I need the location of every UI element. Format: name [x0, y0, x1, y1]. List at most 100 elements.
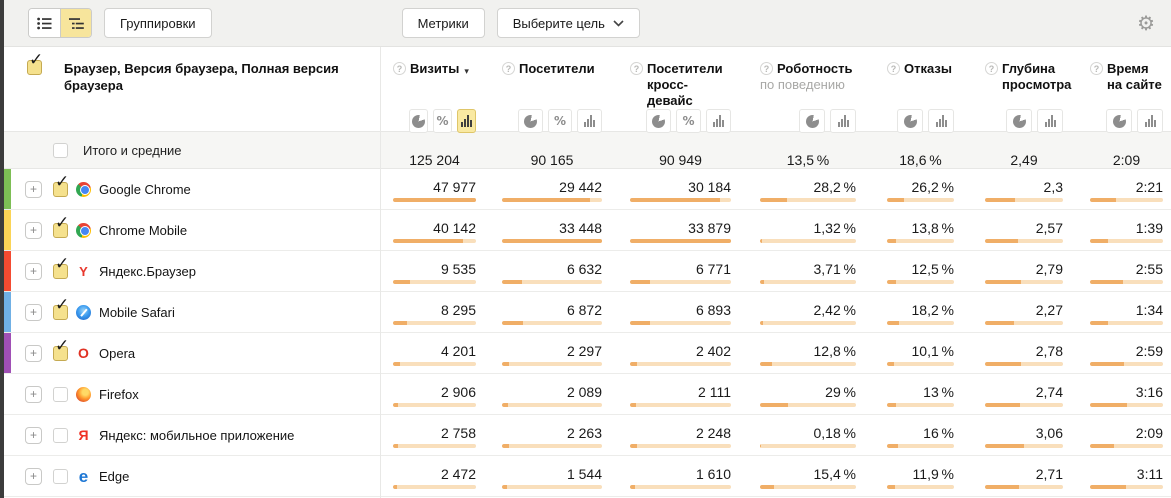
expand-row-button[interactable]: + [25, 304, 42, 321]
row-checkbox[interactable]: ✓ [53, 223, 68, 238]
bars-view-button[interactable] [1137, 109, 1163, 133]
metric-value-cell: 4 201 [380, 333, 480, 373]
metric-value-cell: 13,8 % [860, 210, 958, 250]
value-bar [393, 239, 476, 243]
display-mode-switcher: % [518, 109, 602, 133]
pie-view-button[interactable] [799, 109, 825, 133]
row-checkbox[interactable]: ✓ [53, 182, 68, 197]
metric-value-cell: 40 142 [380, 210, 480, 250]
column-title[interactable]: Отказы [904, 61, 952, 77]
pie-view-button[interactable] [1106, 109, 1132, 133]
pie-view-button[interactable] [646, 109, 671, 133]
settings-gear-icon[interactable]: ⚙ [1137, 13, 1155, 33]
metrics-button[interactable]: Метрики [402, 8, 485, 38]
row-checkbox[interactable] [53, 428, 68, 443]
left-panel-edge [0, 0, 4, 498]
list-icon [37, 17, 52, 30]
help-icon[interactable]: ? [393, 62, 406, 75]
value-bar [502, 198, 602, 202]
bars-view-button[interactable] [1037, 109, 1063, 133]
column-title[interactable]: Время на сайте [1107, 61, 1163, 93]
goal-select-button[interactable]: Выберите цель [497, 8, 640, 38]
sort-desc-icon[interactable]: ▾ [464, 63, 469, 79]
pie-view-button[interactable] [1006, 109, 1032, 133]
expand-row-button[interactable]: + [25, 345, 42, 362]
row-checkbox[interactable] [53, 387, 68, 402]
expand-row-button[interactable]: + [25, 427, 42, 444]
metric-value-cell: 30 184 [606, 169, 735, 209]
bars-view-button[interactable] [577, 109, 602, 133]
bars-view-button[interactable] [928, 109, 954, 133]
column-title[interactable]: Роботность [777, 61, 853, 77]
value-bar [393, 362, 476, 366]
percent-view-button[interactable]: % [548, 109, 573, 133]
value-bar [1090, 362, 1163, 366]
row-label-cell: +✓OOpera [0, 333, 380, 373]
help-icon[interactable]: ? [630, 62, 643, 75]
metric-value: 2 297 [567, 343, 602, 359]
display-mode-switcher [985, 109, 1063, 133]
flat-view-button[interactable] [29, 9, 60, 37]
value-bar [760, 239, 856, 243]
column-title[interactable]: Визиты [410, 61, 459, 77]
bars-view-button[interactable] [706, 109, 731, 133]
metric-value: 16 % [923, 425, 954, 441]
metric-value: 2,74 [1036, 384, 1063, 400]
display-mode-switcher: % [646, 109, 731, 133]
row-label-cell: +eEdge [0, 456, 380, 496]
totals-value: 2,49 [1010, 152, 1037, 168]
metric-value-cell: 2 402 [606, 333, 735, 373]
help-icon[interactable]: ? [502, 62, 515, 75]
value-bar [887, 280, 954, 284]
value-bar [393, 280, 476, 284]
column-title[interactable]: Посетители кросс-девайс [647, 61, 731, 109]
metric-value: 3,71 % [814, 261, 857, 277]
metric-value-cell: 3,71 % [735, 251, 860, 291]
expand-row-button[interactable]: + [25, 181, 42, 198]
dimension-checkbox[interactable]: ✓ [27, 60, 42, 75]
column-header: ? Посетители кросс-девайс% [606, 47, 735, 141]
value-bar [630, 239, 731, 243]
pie-chart-icon [1113, 115, 1126, 128]
percent-icon: % [436, 114, 448, 128]
expand-row-button[interactable]: + [25, 263, 42, 280]
row-checkbox[interactable]: ✓ [53, 305, 68, 320]
totals-value-cell: 90 949 [606, 132, 735, 168]
bars-view-button[interactable] [830, 109, 856, 133]
expand-row-button[interactable]: + [25, 468, 42, 485]
row-checkbox[interactable]: ✓ [53, 346, 68, 361]
pie-view-button[interactable] [897, 109, 923, 133]
metric-value-cell: 1:34 [1067, 292, 1171, 332]
row-label-cell: +✓Chrome Mobile [0, 210, 380, 250]
row-checkbox[interactable]: ✓ [53, 264, 68, 279]
expand-row-button[interactable]: + [25, 222, 42, 239]
column-title[interactable]: Посетители [519, 61, 595, 77]
metric-value: 2 758 [441, 425, 476, 441]
row-label-cell: +Firefox [0, 374, 380, 414]
help-icon[interactable]: ? [887, 62, 900, 75]
value-bar [1090, 198, 1163, 202]
metric-value: 12,5 % [912, 261, 955, 277]
totals-checkbox[interactable] [53, 143, 68, 158]
metric-value: 0,18 % [814, 425, 857, 441]
groupings-button[interactable]: Группировки [104, 8, 212, 38]
help-icon[interactable]: ? [985, 62, 998, 75]
pie-view-button[interactable] [409, 109, 428, 133]
column-title[interactable]: Глубина просмотра [1002, 61, 1071, 93]
metric-value: 18,2 % [912, 302, 955, 318]
table-body: +✓Google Chrome47 97729 44230 18428,2 %2… [0, 169, 1171, 497]
pie-view-button[interactable] [518, 109, 543, 133]
value-bar [985, 321, 1063, 325]
expand-row-button[interactable]: + [25, 386, 42, 403]
row-checkbox[interactable] [53, 469, 68, 484]
help-icon[interactable]: ? [1090, 62, 1103, 75]
value-bar [393, 198, 476, 202]
tree-view-button[interactable] [60, 9, 91, 37]
bars-view-button[interactable] [457, 109, 476, 133]
percent-view-button[interactable]: % [433, 109, 452, 133]
help-icon[interactable]: ? [760, 62, 773, 75]
metric-value: 6 632 [567, 261, 602, 277]
metric-value: 33 879 [688, 220, 731, 236]
edge-icon: e [76, 469, 91, 484]
percent-view-button[interactable]: % [676, 109, 701, 133]
